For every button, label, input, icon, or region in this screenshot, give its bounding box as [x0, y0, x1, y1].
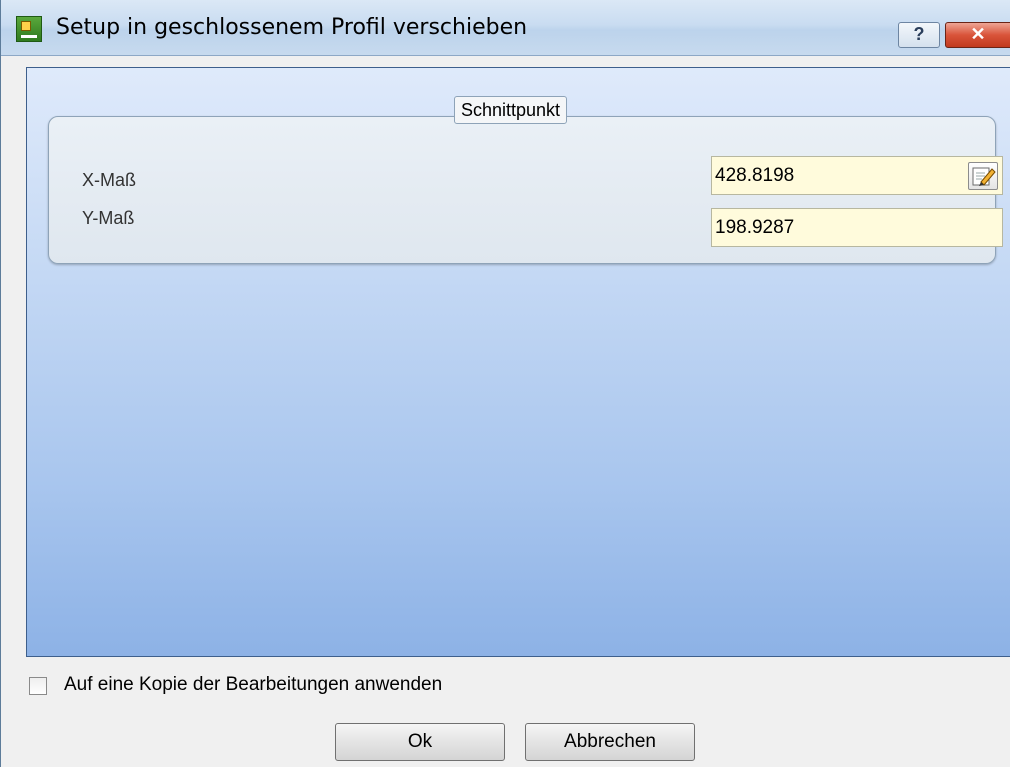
app-icon — [16, 16, 42, 42]
y-dimension-input[interactable]: 198.9287 — [711, 208, 1003, 247]
edit-icon — [972, 167, 996, 186]
group-box-schnittpunkt: X-Maß 428.8198 Y-Maß 198.9287 — [48, 116, 1003, 264]
title-bar[interactable]: Setup in geschlossenem Profil verschiebe… — [1, 0, 1010, 56]
x-dimension-value: 428.8198 — [715, 165, 795, 186]
close-button[interactable]: ✕ — [945, 22, 1010, 48]
edit-button[interactable] — [968, 162, 998, 190]
content-panel: X-Maß 428.8198 Y-Maß 198.9287 Schnittpun… — [26, 67, 1010, 657]
group-title: Schnittpunkt — [454, 96, 568, 124]
cancel-button[interactable]: Abbrechen — [525, 723, 695, 761]
x-dimension-input[interactable]: 428.8198 — [711, 156, 1003, 195]
x-dimension-label: X-Maß — [82, 170, 136, 190]
y-dimension-value: 198.9287 — [715, 217, 795, 238]
y-dimension-label: Y-Maß — [82, 208, 135, 228]
dialog-window: Setup in geschlossenem Profil verschiebe… — [0, 0, 1010, 767]
apply-to-copy-label[interactable]: Auf eine Kopie der Bearbeitungen anwende… — [64, 674, 442, 696]
ok-button[interactable]: Ok — [335, 723, 505, 761]
help-button[interactable]: ? — [898, 22, 940, 48]
window-title: Setup in geschlossenem Profil verschiebe… — [56, 15, 528, 40]
apply-to-copy-checkbox[interactable] — [29, 677, 47, 695]
